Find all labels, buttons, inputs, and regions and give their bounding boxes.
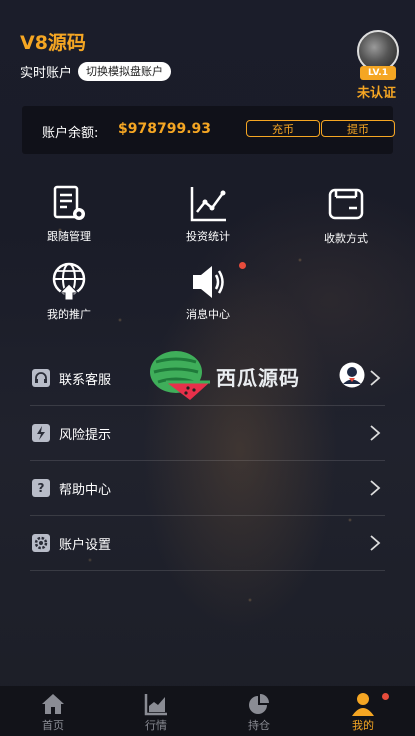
profile-header: V8源码 实时账户 切换模拟盘账户 LV.1 未认证 — [0, 0, 415, 101]
bottom-tab-bar: 首页 行情 持仓 我的 — [0, 686, 415, 736]
messages-unread-dot — [239, 262, 246, 269]
home-icon — [42, 694, 64, 714]
line-chart-icon — [190, 187, 226, 222]
account-type-label: 实时账户 — [20, 66, 73, 81]
level-badge: LV.1 — [360, 66, 396, 80]
user-icon — [352, 693, 374, 716]
balance-value: $978799.93 — [118, 121, 211, 137]
tab-label-positions: 持仓 — [248, 719, 270, 732]
chevron-right-icon — [370, 535, 381, 551]
withdraw-button[interactable]: 提币 — [321, 120, 395, 137]
balance-label: 账户余额: — [42, 126, 99, 141]
tab-label-mine: 我的 — [352, 719, 374, 732]
chevron-right-icon — [370, 425, 381, 441]
grid-item-follow[interactable]: 跟随管理 — [24, 184, 114, 244]
menu-label-service: 联系客服 — [59, 373, 112, 388]
speaker-icon — [193, 266, 224, 298]
pie-chart-icon — [249, 694, 269, 714]
grid-item-payment[interactable]: 收款方式 — [301, 184, 391, 246]
watermark-text: 西瓜源码 — [216, 366, 300, 390]
menu-label-risk: 风险提示 — [59, 428, 112, 443]
globe-upload-icon — [52, 262, 86, 301]
tab-label-home: 首页 — [42, 719, 64, 732]
verify-status[interactable]: 未认证 — [357, 82, 396, 101]
menu-item-settings[interactable]: 账户设置 — [30, 515, 385, 571]
menu-label-help: 帮助中心 — [59, 483, 112, 498]
watermelon-logo-icon — [150, 351, 210, 400]
tab-home[interactable]: 首页 — [8, 686, 98, 736]
grid-label-payment: 收款方式 — [324, 232, 368, 245]
recharge-button[interactable]: 充币 — [246, 120, 320, 137]
grid-label-invest: 投资统计 — [186, 230, 230, 243]
chevron-right-icon — [370, 480, 381, 496]
document-settings-icon — [53, 185, 85, 220]
grid-label-promote: 我的推广 — [47, 308, 91, 321]
watermark: 西瓜源码 — [146, 348, 321, 404]
lightning-icon — [32, 424, 50, 442]
brand-title: V8源码 — [20, 32, 86, 54]
grid-item-invest[interactable]: 投资统计 — [163, 184, 253, 244]
background-city — [0, 0, 415, 690]
mine-unread-dot — [382, 693, 389, 700]
wallet-icon — [328, 188, 364, 220]
balance-card: 账户余额: $978799.93 充币 提币 — [22, 106, 395, 154]
grid-item-messages[interactable]: 消息中心 — [163, 262, 253, 322]
gear-icon — [32, 534, 50, 552]
menu-label-settings: 账户设置 — [59, 538, 112, 553]
headset-icon — [32, 369, 50, 387]
grid-label-follow: 跟随管理 — [47, 230, 91, 243]
grid-item-promote[interactable]: 我的推广 — [24, 262, 114, 322]
market-chart-icon — [144, 694, 167, 716]
tab-mine[interactable]: 我的 — [318, 686, 408, 736]
question-icon: ? — [32, 479, 50, 497]
menu-item-help[interactable]: ? 帮助中心 — [30, 460, 385, 516]
grid-label-messages: 消息中心 — [186, 308, 230, 321]
switch-demo-account-button[interactable]: 切换模拟盘账户 — [78, 62, 172, 81]
tab-label-market: 行情 — [145, 719, 167, 732]
menu-item-risk[interactable]: 风险提示 — [30, 405, 385, 461]
chevron-right-icon — [370, 370, 381, 386]
tab-positions[interactable]: 持仓 — [214, 686, 304, 736]
account-row: 实时账户 切换模拟盘账户 — [20, 62, 172, 81]
service-agent-icon — [339, 362, 365, 388]
tab-market[interactable]: 行情 — [111, 686, 201, 736]
